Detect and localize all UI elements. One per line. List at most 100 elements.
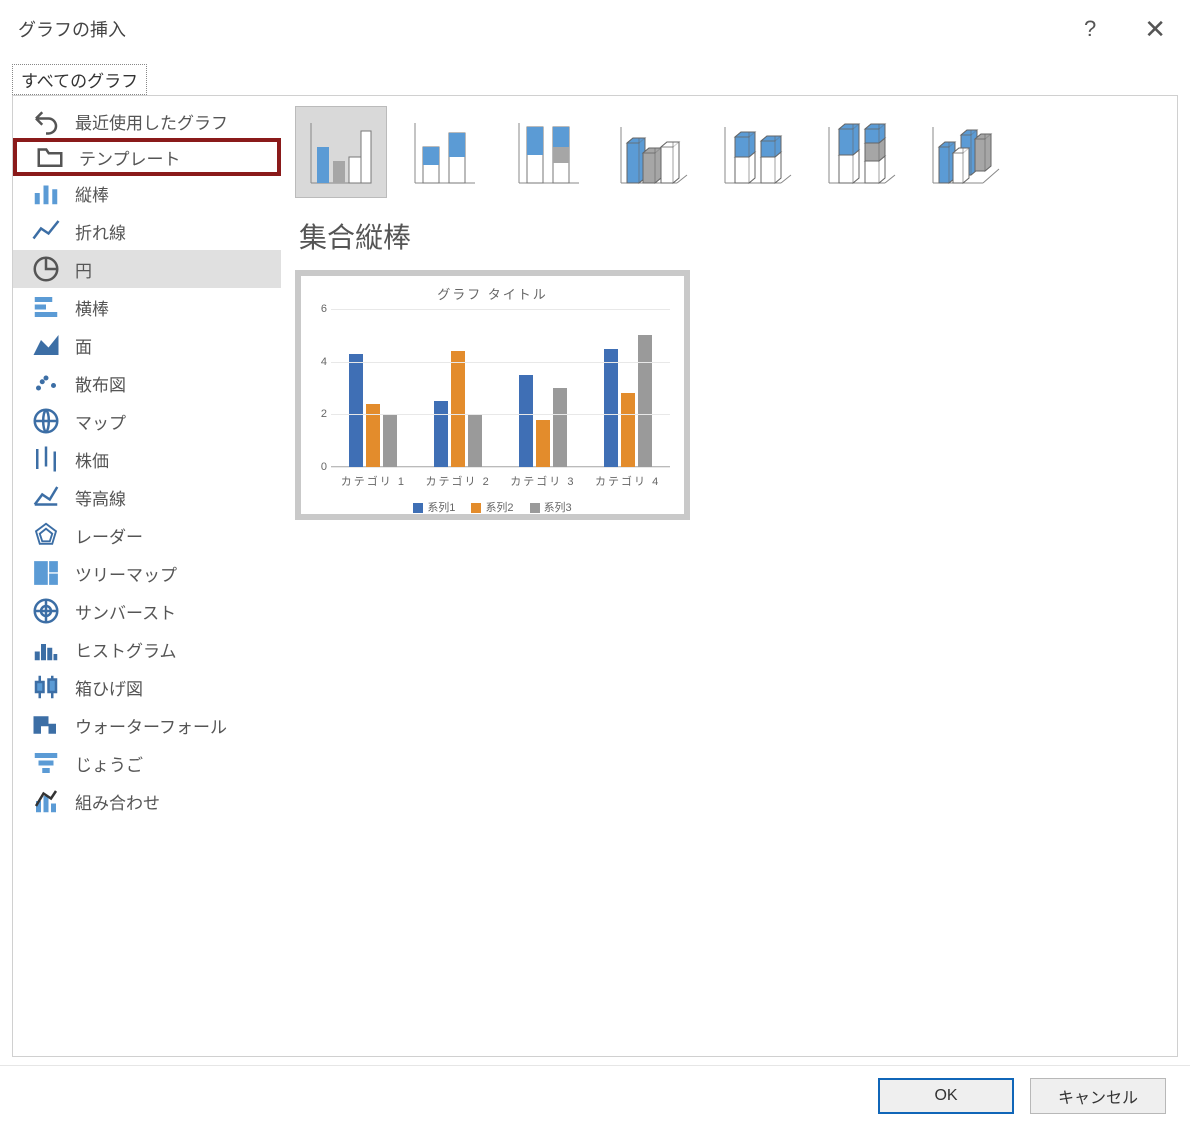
sidebar-item-bar[interactable]: 横棒 bbox=[13, 288, 281, 326]
bar bbox=[621, 393, 635, 467]
chart-detail-panel: 集合縦棒 グラフ タイトル 0246 カテゴリ 1カテゴリ 2カテゴリ 3カテゴ… bbox=[281, 96, 1177, 1056]
bar bbox=[383, 414, 397, 467]
funnel-chart-icon bbox=[31, 750, 61, 776]
subtype-clustered-column-3d[interactable] bbox=[607, 106, 699, 198]
sidebar-item-surface[interactable]: 等高線 bbox=[13, 478, 281, 516]
sidebar-item-label: ツリーマップ bbox=[75, 561, 177, 586]
sidebar-item-pie[interactable]: 円 bbox=[13, 250, 281, 288]
sidebar-item-label: 最近使用したグラフ bbox=[75, 109, 228, 134]
radar-chart-icon bbox=[31, 522, 61, 548]
folder-icon bbox=[35, 144, 65, 170]
sidebar-item-label: 横棒 bbox=[75, 295, 109, 320]
sidebar-item-area[interactable]: 面 bbox=[13, 326, 281, 364]
dialog-titlebar: グラフの挿入 ? ✕ bbox=[0, 0, 1190, 58]
sidebar-item-label: 株価 bbox=[75, 447, 109, 472]
pie-chart-icon bbox=[31, 256, 61, 282]
category-label: カテゴリ 2 bbox=[416, 473, 501, 489]
close-icon[interactable]: ✕ bbox=[1144, 16, 1166, 42]
sidebar-item-recent[interactable]: 最近使用したグラフ bbox=[13, 102, 281, 140]
treemap-chart-icon bbox=[31, 560, 61, 586]
legend-entry: 系列3 bbox=[530, 499, 572, 515]
sidebar-item-label: 円 bbox=[75, 257, 92, 282]
bar bbox=[366, 404, 380, 467]
scatter-chart-icon bbox=[31, 370, 61, 396]
tab-row: すべてのグラフ bbox=[0, 58, 1190, 95]
combo-chart-icon bbox=[31, 788, 61, 814]
sidebar-item-radar[interactable]: レーダー bbox=[13, 516, 281, 554]
bar bbox=[349, 354, 363, 467]
sidebar-item-boxwhisker[interactable]: 箱ひげ図 bbox=[13, 668, 281, 706]
sidebar-item-label: じょうご bbox=[75, 751, 143, 776]
chart-preview[interactable]: グラフ タイトル 0246 カテゴリ 1カテゴリ 2カテゴリ 3カテゴリ 4 系… bbox=[295, 270, 690, 520]
bar bbox=[519, 375, 533, 467]
sidebar-item-label: 散布図 bbox=[75, 371, 126, 396]
subtype-clustered-column[interactable] bbox=[295, 106, 387, 198]
surface-chart-icon bbox=[31, 484, 61, 510]
sidebar-item-label: 組み合わせ bbox=[75, 789, 160, 814]
chart-subtype-row bbox=[295, 106, 1163, 198]
sidebar-item-combo[interactable]: 組み合わせ bbox=[13, 782, 281, 820]
map-chart-icon bbox=[31, 408, 61, 434]
sidebar-item-histogram[interactable]: ヒストグラム bbox=[13, 630, 281, 668]
ok-button[interactable]: OK bbox=[878, 1078, 1014, 1114]
sidebar-item-map[interactable]: マップ bbox=[13, 402, 281, 440]
dialog-footer: OK キャンセル bbox=[0, 1065, 1190, 1125]
chart-subtype-title: 集合縦棒 bbox=[299, 216, 1163, 256]
chart-preview-legend: 系列1 系列2 系列3 bbox=[311, 499, 674, 515]
subtype-stacked-column-100[interactable] bbox=[503, 106, 595, 198]
sidebar-item-label: 折れ線 bbox=[75, 219, 126, 244]
sidebar-item-funnel[interactable]: じょうご bbox=[13, 744, 281, 782]
sidebar-item-label: 面 bbox=[75, 333, 92, 358]
sidebar-item-treemap[interactable]: ツリーマップ bbox=[13, 554, 281, 592]
sidebar-item-label: 箱ひげ図 bbox=[75, 675, 143, 700]
cancel-button[interactable]: キャンセル bbox=[1030, 1078, 1166, 1114]
dialog-title: グラフの挿入 bbox=[18, 16, 126, 42]
dialog-content: 最近使用したグラフテンプレート縦棒折れ線円横棒面散布図マップ株価等高線レーダーツ… bbox=[12, 95, 1178, 1057]
sidebar-item-column[interactable]: 縦棒 bbox=[13, 174, 281, 212]
stock-chart-icon bbox=[31, 446, 61, 472]
sidebar-item-label: ウォーターフォール bbox=[75, 713, 227, 738]
bar-group bbox=[416, 309, 501, 467]
sidebar-item-templates[interactable]: テンプレート bbox=[13, 138, 281, 176]
bar bbox=[638, 335, 652, 467]
area-chart-icon bbox=[31, 332, 61, 358]
sidebar-item-label: 縦棒 bbox=[75, 181, 109, 206]
sidebar-item-stock[interactable]: 株価 bbox=[13, 440, 281, 478]
sidebar-item-label: 等高線 bbox=[75, 485, 126, 510]
category-label: カテゴリ 1 bbox=[331, 473, 416, 489]
ytick: 6 bbox=[321, 303, 327, 315]
bar bbox=[468, 414, 482, 467]
bar bbox=[604, 349, 618, 468]
bar bbox=[451, 351, 465, 467]
sidebar-item-label: サンバースト bbox=[75, 599, 176, 624]
tab-all-charts[interactable]: すべてのグラフ bbox=[12, 64, 147, 95]
undo-icon bbox=[31, 108, 61, 134]
sidebar-item-label: レーダー bbox=[75, 523, 143, 548]
line-chart-icon bbox=[31, 218, 61, 244]
sidebar-item-line[interactable]: 折れ線 bbox=[13, 212, 281, 250]
bar-group bbox=[585, 309, 670, 467]
waterfall-chart-icon bbox=[31, 712, 61, 738]
sidebar-item-scatter[interactable]: 散布図 bbox=[13, 364, 281, 402]
sidebar-item-label: ヒストグラム bbox=[75, 637, 177, 662]
subtype-stacked-column[interactable] bbox=[399, 106, 491, 198]
bar bbox=[536, 420, 550, 467]
category-label: カテゴリ 3 bbox=[501, 473, 586, 489]
bar bbox=[434, 401, 448, 467]
sidebar-item-label: テンプレート bbox=[79, 145, 181, 170]
sidebar-item-sunburst[interactable]: サンバースト bbox=[13, 592, 281, 630]
ytick: 4 bbox=[321, 356, 327, 368]
category-label: カテゴリ 4 bbox=[585, 473, 670, 489]
bar-group bbox=[501, 309, 586, 467]
subtype-column-3d[interactable] bbox=[919, 106, 1011, 198]
sidebar-item-waterfall[interactable]: ウォーターフォール bbox=[13, 706, 281, 744]
histogram-chart-icon bbox=[31, 636, 61, 662]
ytick: 0 bbox=[321, 461, 327, 473]
subtype-stacked-column-100-3d[interactable] bbox=[815, 106, 907, 198]
help-icon[interactable]: ? bbox=[1084, 16, 1096, 42]
subtype-stacked-column-3d[interactable] bbox=[711, 106, 803, 198]
legend-entry: 系列1 bbox=[413, 499, 455, 515]
ytick: 2 bbox=[321, 408, 327, 420]
legend-entry: 系列2 bbox=[471, 499, 513, 515]
bar bbox=[553, 388, 567, 467]
